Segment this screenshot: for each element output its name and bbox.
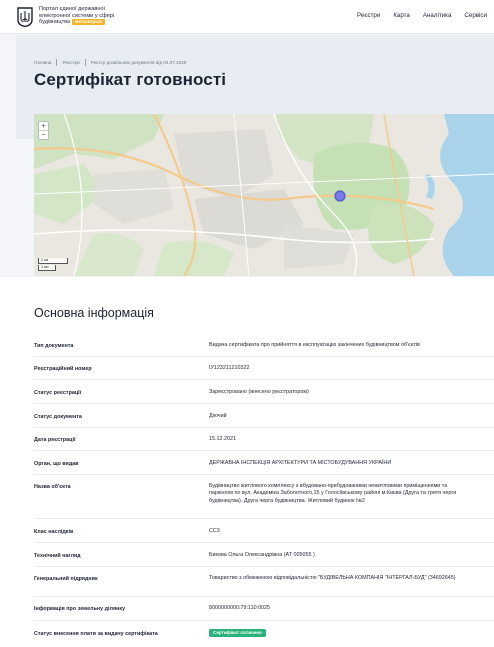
info-label: Генеральний підрядник xyxy=(34,576,98,582)
info-value: ДЕРЖАВНА ІНСПЕКЦІЯ АРХІТЕКТУРИ ТА МІСТОБ… xyxy=(209,460,392,466)
info-row-issuing-authority: Орган, що видав ДЕРЖАВНА ІНСПЕКЦІЯ АРХІТ… xyxy=(34,451,494,475)
map-scale: 2 км 1 ми xyxy=(38,258,68,272)
payment-status-badge: Сертифікат сплачено xyxy=(209,629,266,637)
info-label: Статус реєстрації xyxy=(34,390,82,396)
portal-name-line3: будівництва xyxy=(39,19,71,26)
info-row-registration-number: Реєстраційний номер ІУ123211210322 xyxy=(34,357,494,380)
info-row-general-contractor: Генеральний підрядник Товариство з обмеж… xyxy=(34,567,494,597)
breadcrumb-separator xyxy=(84,59,86,66)
breadcrumb: Головна Реєстри Реєстр дозвільних докуме… xyxy=(34,59,186,66)
info-row-document-type: Тип документа Видача сертифіката про при… xyxy=(34,334,494,357)
breadcrumb-home[interactable]: Головна xyxy=(34,60,51,65)
nav-registries[interactable]: Реєстри xyxy=(357,12,380,19)
info-label: Статус документа xyxy=(34,414,82,420)
map-zoom-control: + − xyxy=(38,121,49,140)
nav-analytics[interactable]: Аналітика xyxy=(423,12,452,19)
info-label: Реєстраційний номер xyxy=(34,366,92,372)
zoom-in-button[interactable]: + xyxy=(39,122,48,131)
portal-name-line1: Портал єдиної державної xyxy=(39,6,106,12)
info-label: Інформація про земельну ділянку xyxy=(34,606,126,612)
map-view[interactable] xyxy=(34,114,494,276)
breadcrumb-current: Реєстр дозвільних документів від 04.07.2… xyxy=(90,60,187,65)
breadcrumb-registries[interactable]: Реєстри xyxy=(62,60,79,65)
info-value: Бикова Ольга Олександрівна (АТ 005055 ) xyxy=(209,552,315,558)
info-label: Клас наслідків xyxy=(34,529,74,535)
info-label: Технічний нагляд xyxy=(34,553,81,559)
info-label: Назва об'єкта xyxy=(34,484,71,490)
portal-name[interactable]: Портал єдиної державної електронної сист… xyxy=(39,6,149,26)
info-value: Будівництво житлового комплексу з вбудов… xyxy=(209,483,457,504)
info-label: Орган, що видав xyxy=(34,461,79,467)
info-value: 15.12.2021 xyxy=(209,436,236,442)
info-value: СС3 xyxy=(209,528,220,534)
info-value: Товариство з обмеженою відповідальністю … xyxy=(209,575,456,581)
info-row-consequence-class: Клас наслідків СС3 xyxy=(34,519,494,543)
info-label: Тип документа xyxy=(34,343,74,349)
portal-name-line2: електронної системи у сфері xyxy=(39,12,115,19)
nav-map[interactable]: Карта xyxy=(393,12,410,19)
beta-badge: Бета-версія xyxy=(72,19,105,26)
scale-km: 2 км xyxy=(38,258,68,264)
main-nav: Реєстри Карта Аналітика Сервіси xyxy=(344,12,487,19)
map-tiles xyxy=(34,114,494,276)
info-value: Зареєстровано (внесено реєстратором) xyxy=(209,389,309,395)
info-row-object-name: Назва об'єкта Будівництво житлового комп… xyxy=(34,475,494,519)
page-title: Сертифікат готовності xyxy=(34,70,227,89)
breadcrumb-separator xyxy=(56,59,58,66)
info-row-payment-status: Статус внесення плати за видачу сертифік… xyxy=(34,621,494,647)
info-value: Діючий xyxy=(209,413,227,419)
info-label: Дата реєстрації xyxy=(34,437,76,443)
scale-mi: 1 ми xyxy=(38,265,56,271)
info-row-technical-supervision: Технічний нагляд Бикова Ольга Олександрі… xyxy=(34,543,494,567)
section-title: Основна інформація xyxy=(34,306,154,320)
info-row-registration-date: Дата реєстрації 15.12.2021 xyxy=(34,428,494,451)
top-header: Портал єдиної державної електронної сист… xyxy=(0,0,494,34)
info-value: 8000000000:79:110:0025 xyxy=(209,605,271,611)
nav-services[interactable]: Сервіси xyxy=(464,12,487,19)
info-value: Видача сертифіката про прийняття в експл… xyxy=(209,342,420,348)
info-value: ІУ123211210322 xyxy=(209,365,250,371)
zoom-out-button[interactable]: − xyxy=(39,131,48,140)
info-row-document-status: Статус документа Діючий xyxy=(34,404,494,428)
trident-logo-icon[interactable] xyxy=(16,7,34,27)
info-row-land-plot: Інформація про земельну ділянку 80000000… xyxy=(34,597,494,621)
info-row-registration-status: Статус реєстрації Зареєстровано (внесено… xyxy=(34,380,494,404)
info-label: Статус внесення плати за видачу сертифік… xyxy=(34,631,158,637)
info-value: Сертифікат сплачено xyxy=(209,629,471,637)
